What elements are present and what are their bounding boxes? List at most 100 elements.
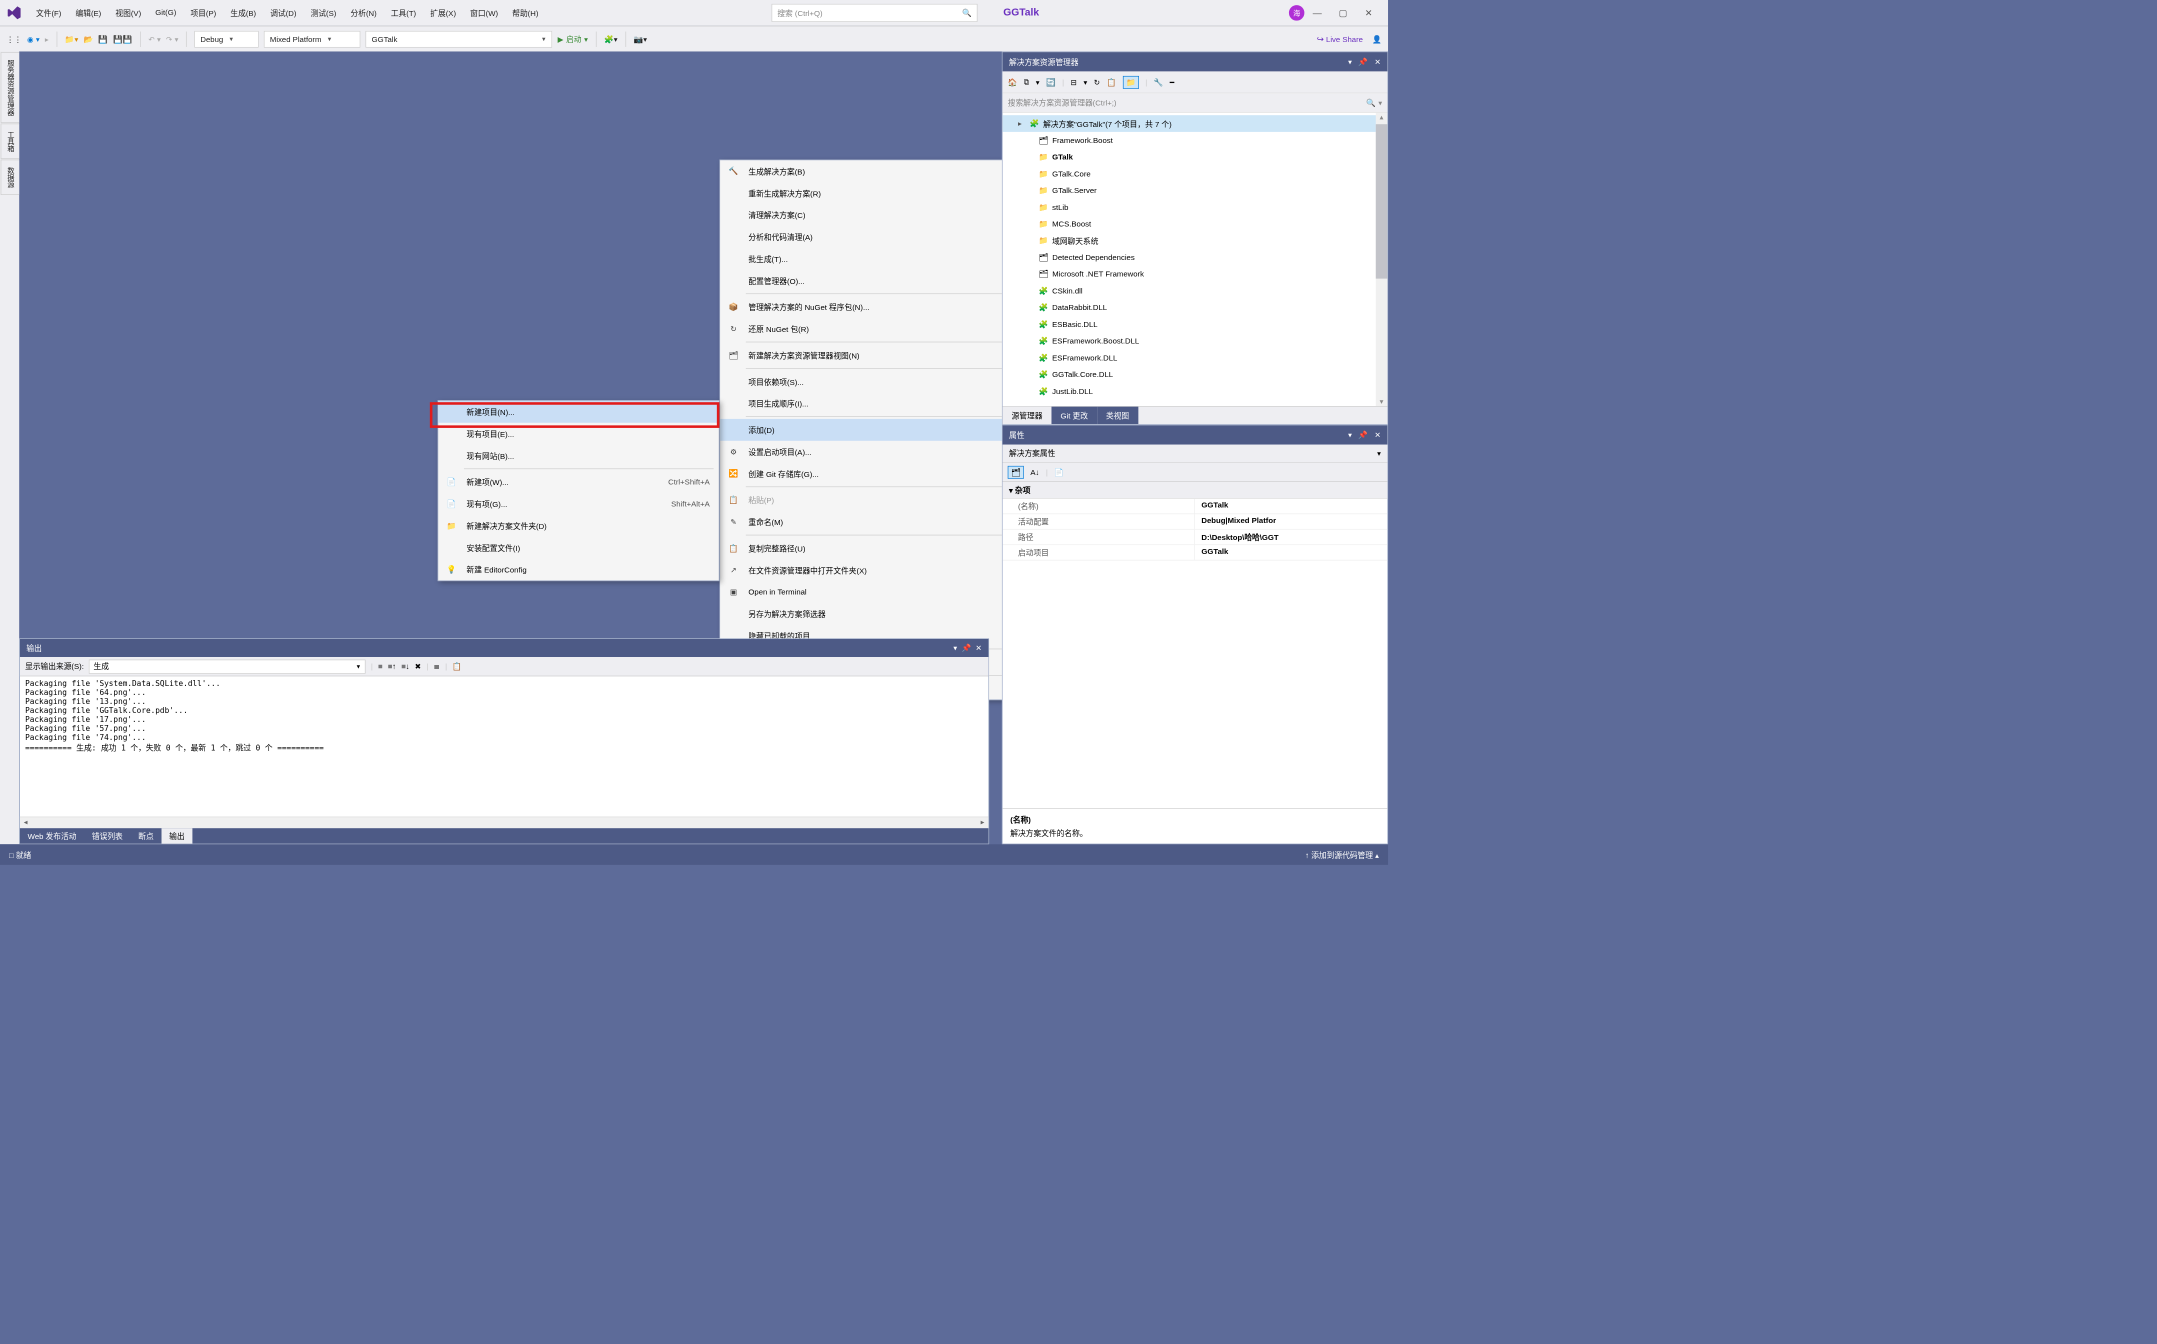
output-tab[interactable]: 断点 [131,828,162,843]
live-share-button[interactable]: ↪ Live Share [1317,34,1363,44]
menu-调试(D)[interactable]: 调试(D) [264,5,303,21]
output-clear-icon[interactable]: ✖ [415,662,421,671]
menu-item[interactable]: 📄现有项(G)...Shift+Alt+A [438,493,719,515]
menu-项目(P)[interactable]: 项目(P) [184,5,223,21]
property-category[interactable]: ▾ 杂项 [1003,482,1388,499]
menu-扩展(X)[interactable]: 扩展(X) [424,5,463,21]
menu-item[interactable]: 📄新建项(W)...Ctrl+Shift+A [438,471,719,493]
output-tab[interactable]: 输出 [161,828,192,843]
solution-search[interactable]: 搜索解决方案资源管理器(Ctrl+;) 🔍 ▾ [1003,93,1388,112]
tree-scrollbar[interactable]: ▴ ▾ [1376,113,1388,406]
platform-combo[interactable]: Mixed Platform▼ [264,31,361,48]
properties-subject[interactable]: 解决方案属性 ▾ [1003,445,1388,463]
redo-button[interactable]: ↷ ▾ [166,34,178,43]
tree-node[interactable]: 🗂Framework.Boost [1003,132,1388,149]
output-tab[interactable]: Web 发布活动 [20,828,84,843]
panel-pin-icon[interactable]: 📌 [1358,431,1368,440]
menu-item[interactable]: 新建项目(N)... [438,401,719,423]
tree-node[interactable]: 🧩JustLib.DLL [1003,383,1388,400]
nav-back-button[interactable]: ◉ ▾ [27,34,40,43]
startup-combo[interactable]: GGTalk▼ [366,31,553,48]
tree-node[interactable]: 🗂Detected Dependencies [1003,249,1388,266]
se-sync-icon[interactable]: 🔄 [1046,78,1056,87]
tree-node[interactable]: 🧩GGTalk.Core.DLL [1003,366,1388,383]
menu-item[interactable]: 安装配置文件(I) [438,537,719,559]
tree-node[interactable]: 🧩ESBasic.DLL [1003,316,1388,333]
se-collapse-icon[interactable]: ⊟ [1071,78,1077,87]
panel-close-icon[interactable]: ✕ [976,644,982,653]
property-row[interactable]: 启动项目GGTalk [1003,545,1388,560]
se-preview-icon[interactable]: ━ [1170,78,1175,87]
menu-工具(T)[interactable]: 工具(T) [384,5,422,21]
tree-node[interactable]: 🧩ESFramework.DLL [1003,349,1388,366]
menu-编辑(E)[interactable]: 编辑(E) [69,5,108,21]
prop-az-icon[interactable]: A↓ [1030,468,1039,477]
panel-close-icon[interactable]: ✕ [1374,431,1380,440]
output-text[interactable]: Packaging file 'System.Data.SQLite.dll'.… [20,676,988,816]
panel-pin-icon[interactable]: 📌 [1358,57,1368,66]
config-combo[interactable]: Debug▼ [195,31,259,48]
se-tab[interactable]: 类视图 [1097,407,1138,424]
save-all-button[interactable]: 💾💾 [113,34,132,43]
se-properties-icon[interactable]: 🔧 [1154,78,1164,87]
menu-分析(N)[interactable]: 分析(N) [344,5,383,21]
se-copy-icon[interactable]: 📋 [1107,78,1117,87]
menu-item[interactable]: 📁新建解决方案文件夹(D) [438,515,719,537]
menu-item[interactable]: 现有网站(B)... [438,445,719,467]
status-source-control[interactable]: ↑ 添加到源代码管理 ▴ [1305,849,1379,860]
panel-dropdown-icon[interactable]: ▾ [1348,57,1352,66]
output-hscroll[interactable]: ◂▸ [20,817,988,829]
menu-窗口(W)[interactable]: 窗口(W) [464,5,505,21]
new-project-button[interactable]: 📁▾ [65,34,78,43]
property-row[interactable]: 路径D:\Desktop\哈哈\GGT [1003,530,1388,545]
menu-测试(S)[interactable]: 测试(S) [304,5,343,21]
se-switch-icon[interactable]: ⧉ [1024,77,1030,87]
se-showall-icon[interactable]: 📁 [1123,76,1139,89]
start-button[interactable]: ▶ 启动 ▾ [558,33,588,44]
menu-帮助(H)[interactable]: 帮助(H) [506,5,545,21]
menu-Git(G)[interactable]: Git(G) [149,5,183,21]
menu-文件(F)[interactable]: 文件(F) [30,5,68,21]
tree-node[interactable]: 🧩CSkin.dll [1003,282,1388,299]
se-home-icon[interactable]: 🏠 [1008,78,1018,87]
panel-dropdown-icon[interactable]: ▾ [1348,431,1352,440]
toolbar-icon-2[interactable]: 📷▾ [634,34,647,43]
prop-pages-icon[interactable]: 📄 [1054,468,1064,477]
undo-button[interactable]: ↶ ▾ [148,34,160,43]
menu-生成(B)[interactable]: 生成(B) [224,5,263,21]
left-tab[interactable]: 服务器资源管理器 [1,52,20,123]
output-goto-icon[interactable]: ≡ [378,662,383,671]
maximize-button[interactable]: ▢ [1330,7,1356,18]
output-tab[interactable]: 错误列表 [84,828,130,843]
output-prev-icon[interactable]: ≡↑ [388,662,396,671]
tree-node[interactable]: 📁GTalk.Server [1003,182,1388,199]
panel-close-icon[interactable]: ✕ [1374,57,1380,66]
tree-node[interactable]: 📁GTalk [1003,149,1388,166]
tree-node[interactable]: 🧩DataRabbit.DLL [1003,299,1388,316]
toolbar-icon-1[interactable]: 🧩▾ [604,34,617,43]
se-tab[interactable]: 源管理器 [1003,407,1052,424]
close-button[interactable]: ✕ [1356,7,1382,18]
property-row[interactable]: (名称)GGTalk [1003,499,1388,514]
se-refresh-icon[interactable]: ↻ [1094,78,1100,87]
nav-fwd-button[interactable]: ▸ [45,34,49,43]
tree-node[interactable]: 🗂Microsoft .NET Framework [1003,266,1388,283]
output-source-combo[interactable]: 生成▼ [89,659,366,673]
tree-node[interactable]: 📁MCS.Boost [1003,216,1388,233]
output-wrap-icon[interactable]: ≣ [434,662,440,671]
panel-dropdown-icon[interactable]: ▾ [953,644,957,653]
tree-node[interactable]: 📁stLib [1003,199,1388,216]
property-row[interactable]: 活动配置Debug|Mixed Platfor [1003,514,1388,529]
search-box[interactable]: 搜索 (Ctrl+Q) 🔍 [772,4,978,22]
save-button[interactable]: 💾 [98,34,108,43]
tree-node[interactable]: 📁GTalk.Core [1003,165,1388,182]
minimize-button[interactable]: — [1304,8,1330,18]
panel-pin-icon[interactable]: 📌 [962,644,972,653]
user-avatar[interactable]: 海 [1289,5,1304,20]
feedback-icon[interactable]: 👤 [1372,34,1382,43]
solution-root-node[interactable]: ▸ 🧩 解决方案"GGTalk"(7 个项目，共 7 个) [1003,115,1388,132]
menu-item[interactable]: 💡新建 EditorConfig [438,559,719,581]
open-button[interactable]: 📂 [84,34,94,43]
se-tab[interactable]: Git 更改 [1051,407,1096,424]
left-tab[interactable]: 数据源 [1,160,20,195]
